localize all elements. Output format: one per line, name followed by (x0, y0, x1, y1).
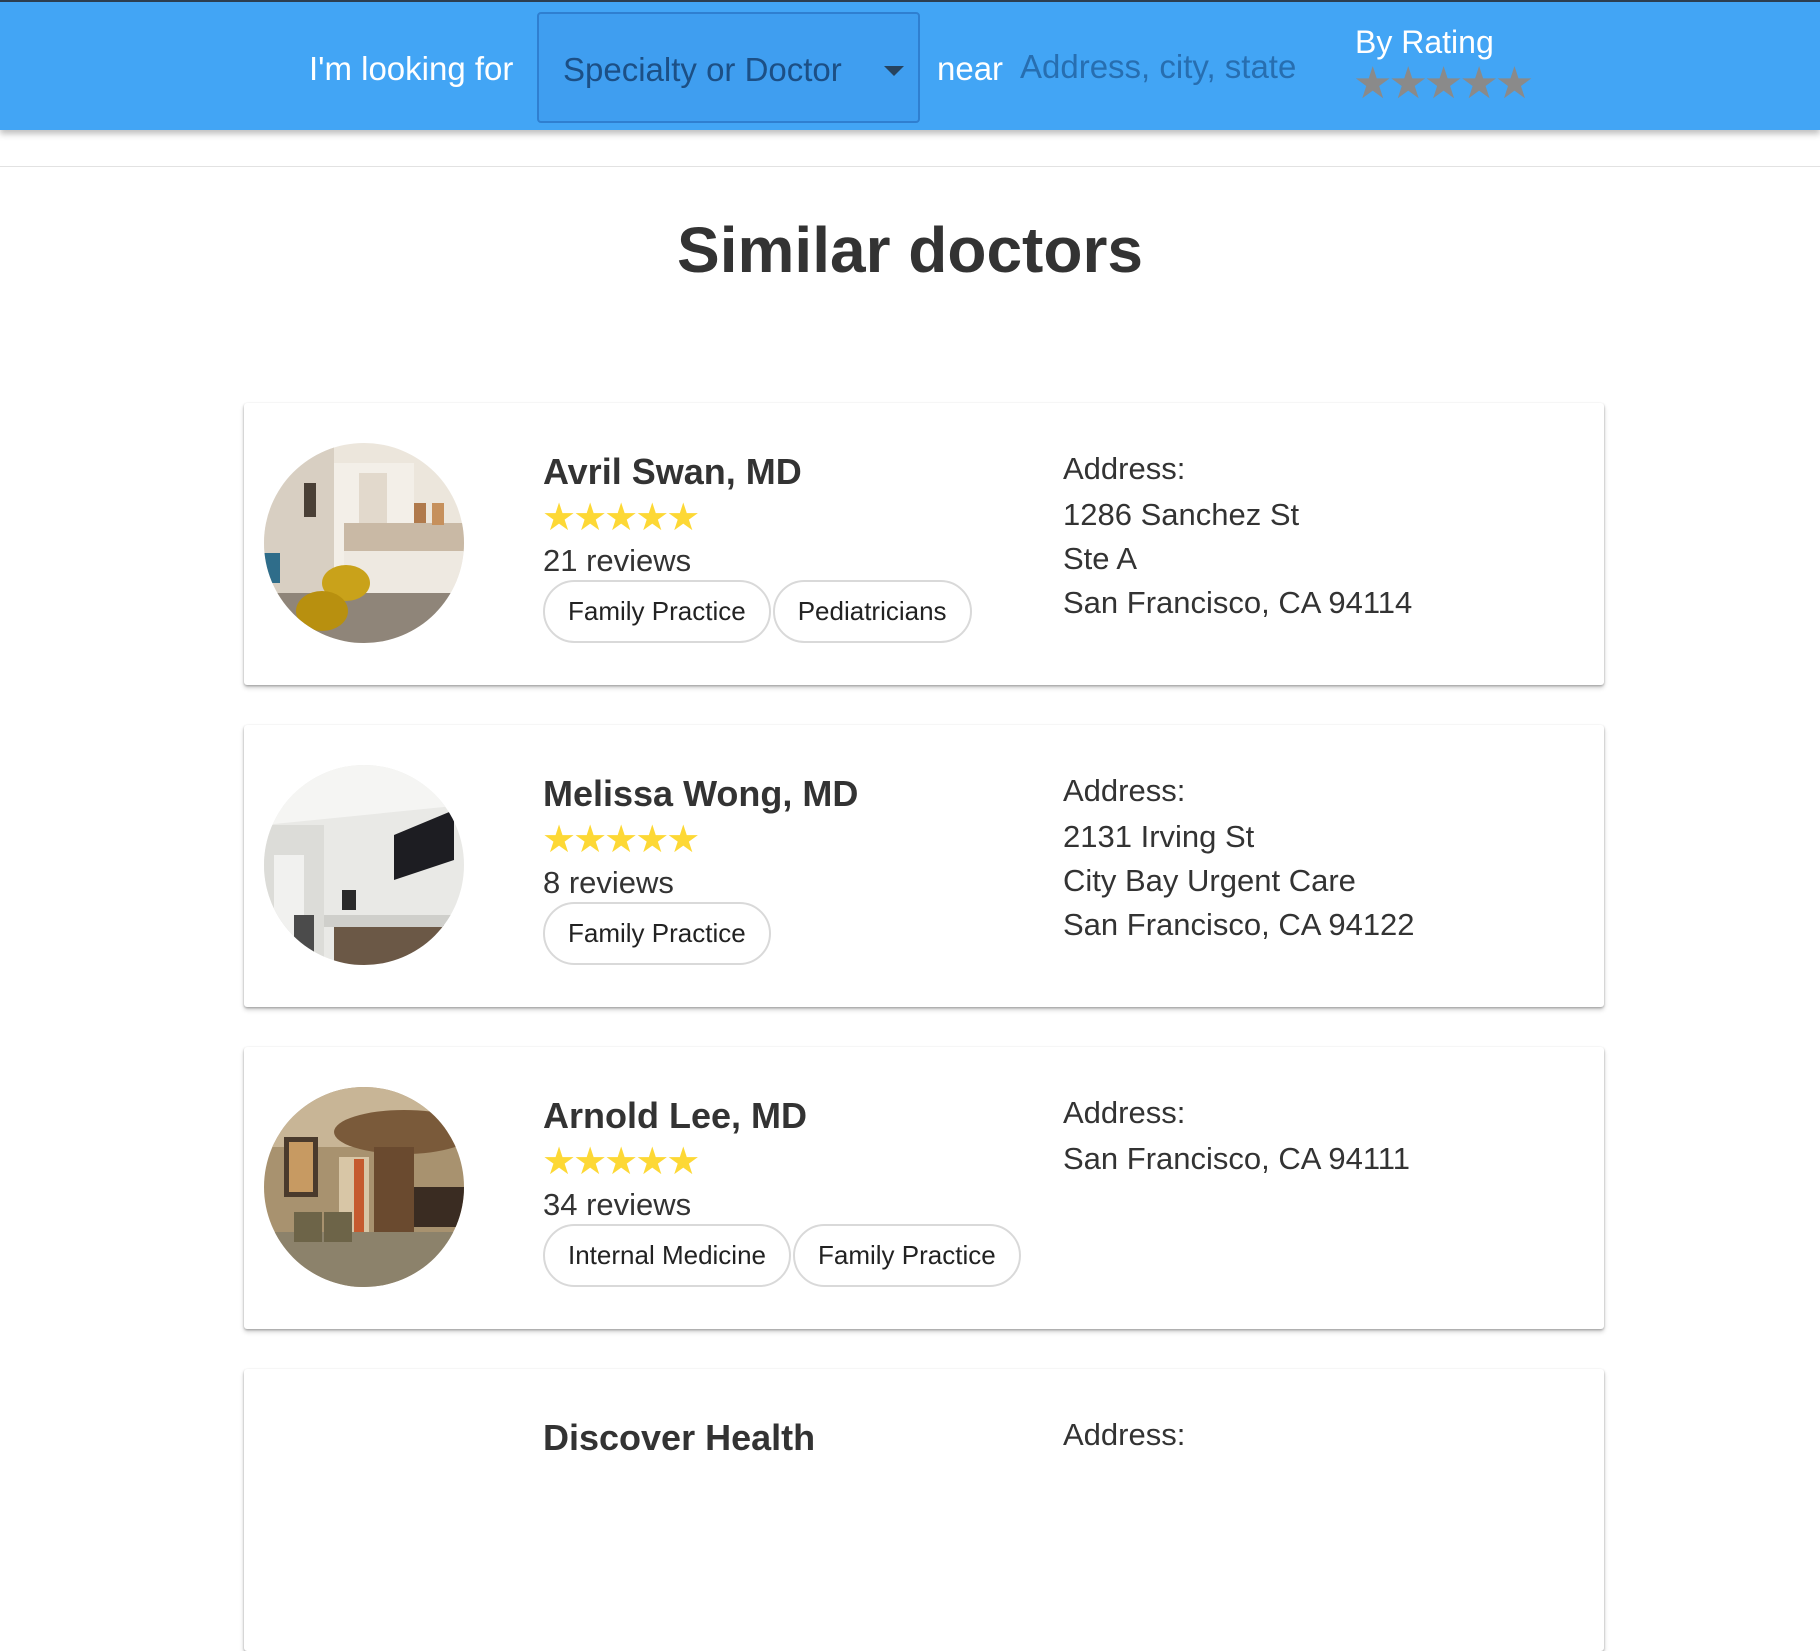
address-label: Address: (1063, 1417, 1186, 1452)
review-count: 34 reviews (543, 1187, 692, 1222)
specialty-chip[interactable]: Internal Medicine (543, 1224, 791, 1287)
specialty-chips: Family Practice (543, 902, 771, 965)
search-header: I'm looking for Specialty or Doctor near… (0, 0, 1820, 130)
doctor-card[interactable]: Melissa Wong, MD ★★★★★ 8 reviews Family … (244, 725, 1604, 1007)
specialty-chip[interactable]: Family Practice (543, 902, 771, 965)
address-label: Address: (1063, 451, 1186, 486)
clinic-waiting-room-photo (264, 443, 464, 643)
address-label: Address: (1063, 1095, 1186, 1130)
doctor-rating-stars: ★★★★★ (542, 819, 700, 861)
address-lines: San Francisco, CA 94111 (1063, 1137, 1410, 1181)
specialty-chips: Family Practice Pediatricians (543, 580, 972, 643)
address-label: Address: (1063, 773, 1186, 808)
doctor-rating-stars: ★★★★★ (542, 497, 700, 539)
address-lines: 1286 Sanchez St Ste A San Francisco, CA … (1063, 493, 1412, 625)
doctor-card[interactable]: Discover Health Address: (244, 1369, 1604, 1651)
address-line: San Francisco, CA 94114 (1063, 585, 1413, 620)
doctor-name[interactable]: Discover Health (543, 1417, 815, 1459)
specialty-chip[interactable]: Family Practice (793, 1224, 1021, 1287)
review-count: 21 reviews (543, 543, 692, 578)
address-input[interactable] (1020, 42, 1300, 92)
rating-filter-stars[interactable]: ★★★★★ (1353, 62, 1534, 106)
doctor-card[interactable]: Arnold Lee, MD ★★★★★ 34 reviews Internal… (244, 1047, 1604, 1329)
clinic-lobby-photo (264, 1087, 464, 1287)
near-label: near (937, 50, 1004, 87)
address-line: City Bay Urgent Care (1063, 863, 1356, 898)
address-lines: 2131 Irving St City Bay Urgent Care San … (1063, 815, 1415, 947)
doctor-rating-stars: ★★★★★ (542, 1141, 700, 1183)
doctor-card[interactable]: Avril Swan, MD ★★★★★ 21 reviews Family P… (244, 403, 1604, 685)
specialty-select[interactable]: Specialty or Doctor (537, 12, 920, 123)
address-line: Ste A (1063, 541, 1138, 576)
divider (0, 166, 1820, 167)
clinic-hallway-photo (264, 765, 464, 965)
doctor-name[interactable]: Arnold Lee, MD (543, 1095, 807, 1137)
doctor-name[interactable]: Avril Swan, MD (543, 451, 802, 493)
address-line: 1286 Sanchez St (1063, 497, 1300, 532)
address-line: San Francisco, CA 94111 (1063, 1141, 1410, 1176)
chevron-down-icon (884, 66, 904, 76)
specialty-chip[interactable]: Pediatricians (772, 580, 972, 643)
doctor-name[interactable]: Melissa Wong, MD (543, 773, 858, 815)
page-title: Similar doctors (677, 214, 1143, 286)
review-count: 8 reviews (543, 865, 674, 900)
address-line: 2131 Irving St (1063, 819, 1255, 854)
specialty-chips: Internal Medicine Family Practice (543, 1224, 1021, 1287)
looking-for-label: I'm looking for (309, 50, 514, 87)
address-line: San Francisco, CA 94122 (1063, 907, 1415, 942)
specialty-select-value: Specialty or Doctor (563, 51, 842, 88)
specialty-chip[interactable]: Family Practice (543, 580, 771, 643)
by-rating-label: By Rating (1355, 24, 1494, 60)
